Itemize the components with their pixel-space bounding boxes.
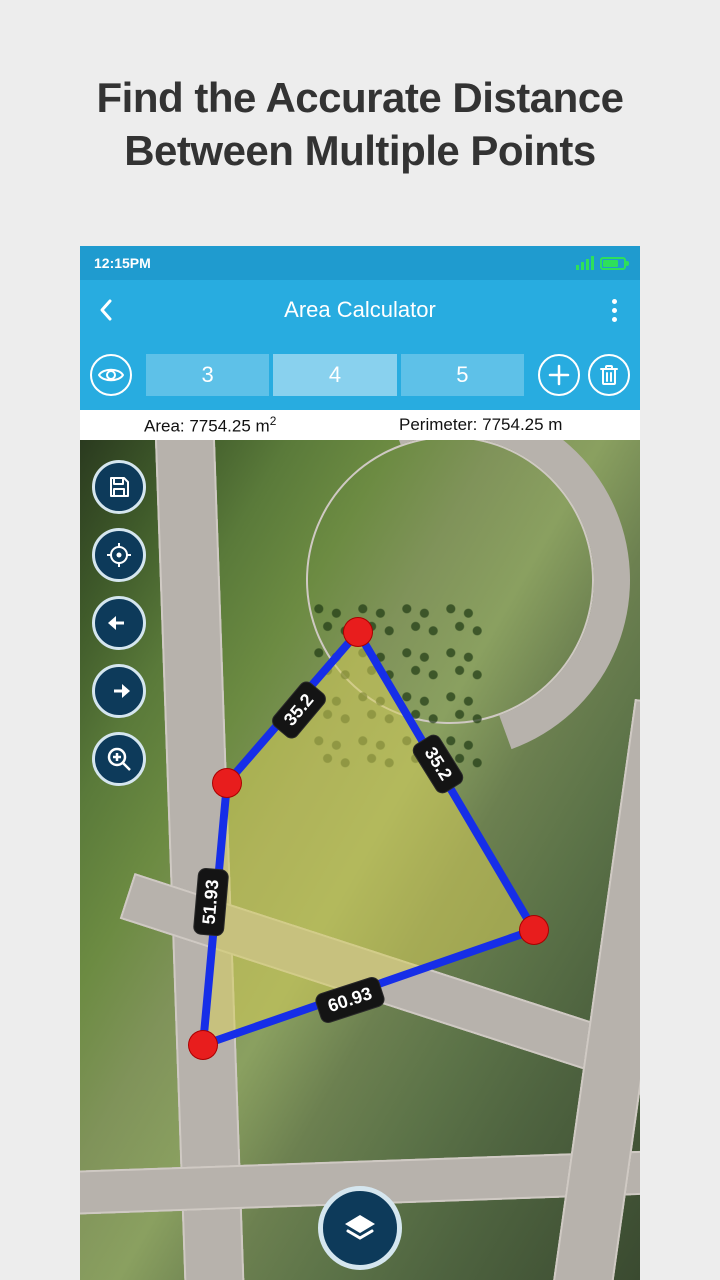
eye-icon [98,367,124,383]
layers-button[interactable] [318,1186,402,1270]
shape-tabs: 3 4 5 [146,354,524,396]
plus-icon [548,364,570,386]
promo-line-2: Between Multiple Points [40,125,680,178]
polygon-vertex[interactable] [344,618,372,646]
polygon-vertex[interactable] [189,1031,217,1059]
perimeter-readout: Perimeter: 7754.25 m [385,415,640,435]
app-bar: Area Calculator [80,280,640,340]
map-view[interactable]: 35.2 35.2 51.93 60.93 [80,440,640,1280]
redo-icon [106,681,132,701]
undo-icon [106,613,132,633]
status-bar: 12:15PM [80,246,640,280]
polygon-vertex[interactable] [520,916,548,944]
battery-icon [600,257,626,270]
tab-3[interactable]: 3 [146,354,269,396]
redo-button[interactable] [92,664,146,718]
promo-headline: Find the Accurate Distance Between Multi… [0,0,720,177]
locate-button[interactable] [92,528,146,582]
tab-4[interactable]: 4 [273,354,396,396]
trash-icon [599,364,619,386]
status-time: 12:15PM [94,255,151,271]
layers-icon [339,1207,381,1249]
undo-button[interactable] [92,596,146,650]
zoom-in-icon [106,746,132,772]
toolbar: 3 4 5 [80,340,640,410]
back-button[interactable] [80,298,132,322]
area-readout: Area: 7754.25 m2 [80,414,385,437]
measurement-info-bar: Area: 7754.25 m2 Perimeter: 7754.25 m [80,410,640,440]
polygon-overlay [80,440,640,1280]
save-icon [107,475,131,499]
save-button[interactable] [92,460,146,514]
device-frame: 12:15PM Area Calculator 3 4 5 [80,246,640,1280]
chevron-left-icon [97,298,115,322]
map-side-buttons [92,460,146,786]
visibility-button[interactable] [90,354,132,396]
app-title: Area Calculator [132,297,588,323]
promo-line-1: Find the Accurate Distance [40,72,680,125]
zoom-in-button[interactable] [92,732,146,786]
more-button[interactable] [588,299,640,322]
polygon-vertex[interactable] [213,769,241,797]
delete-button[interactable] [588,354,630,396]
edge-length-label: 51.93 [193,867,230,936]
crosshair-icon [106,542,132,568]
signal-icon [576,256,594,270]
add-button[interactable] [538,354,580,396]
tab-5[interactable]: 5 [401,354,524,396]
